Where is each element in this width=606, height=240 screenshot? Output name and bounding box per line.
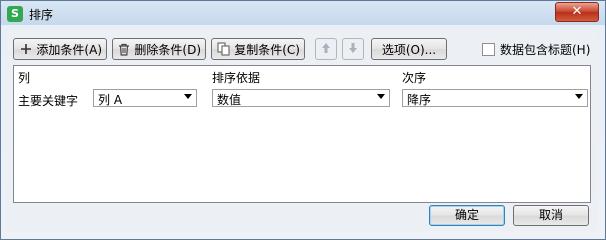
copy-condition-label: 复制条件(C) [234,42,300,57]
column-select-value: 列 A [98,93,123,107]
copy-condition-button[interactable]: 复制条件(C) [211,38,305,60]
sort-dialog: S 排序 ✕ 添加条件(A) 删除条件(D) 复制条件(C) 选项(O)... … [0,0,606,240]
plus-icon [18,41,33,57]
options-label: 选项(O)... [381,42,437,57]
dialog-title: 排序 [29,8,54,22]
chevron-down-icon [575,94,583,99]
grid-header: 列 排序依据 次序 [14,66,590,86]
dialog-body: 添加条件(A) 删除条件(D) 复制条件(C) 选项(O)... 数据包含标题(… [7,29,597,231]
header-order: 次序 [402,71,427,85]
move-up-button[interactable] [315,38,337,60]
chevron-down-icon [377,94,385,99]
sort-conditions-grid: 列 排序依据 次序 主要关键字 列 A 数值 降序 [13,65,591,203]
delete-condition-label: 删除条件(D) [134,42,201,57]
order-select[interactable]: 降序 [402,89,588,107]
header-column: 列 [18,71,31,85]
column-select[interactable]: 列 A [93,89,197,107]
sort-on-select-value: 数值 [217,93,242,107]
sort-condition-row: 主要关键字 列 A 数值 降序 [14,87,590,111]
wps-app-icon: S [7,6,23,22]
sort-on-select[interactable]: 数值 [212,89,390,107]
arrow-down-icon [348,42,358,57]
has-headers-option[interactable]: 数据包含标题(H) [482,41,590,58]
header-sort-on: 排序依据 [212,71,261,85]
move-down-button[interactable] [342,38,364,60]
row-label: 主要关键字 [18,94,79,108]
has-headers-checkbox[interactable] [482,43,495,56]
close-button[interactable]: ✕ [555,2,599,22]
ok-button[interactable]: 确定 [429,205,505,226]
arrow-up-icon [321,42,331,57]
trash-icon [117,41,131,57]
add-condition-button[interactable]: 添加条件(A) [13,38,107,60]
title-bar[interactable]: S 排序 ✕ [1,1,605,27]
copy-icon [216,41,231,57]
cancel-button[interactable]: 取消 [513,205,589,226]
order-select-value: 降序 [407,93,432,107]
has-headers-label: 数据包含标题(H) [500,43,591,57]
options-button[interactable]: 选项(O)... [371,38,447,60]
chevron-down-icon [184,94,192,99]
add-condition-label: 添加条件(A) [36,42,102,57]
delete-condition-button[interactable]: 删除条件(D) [112,38,206,60]
